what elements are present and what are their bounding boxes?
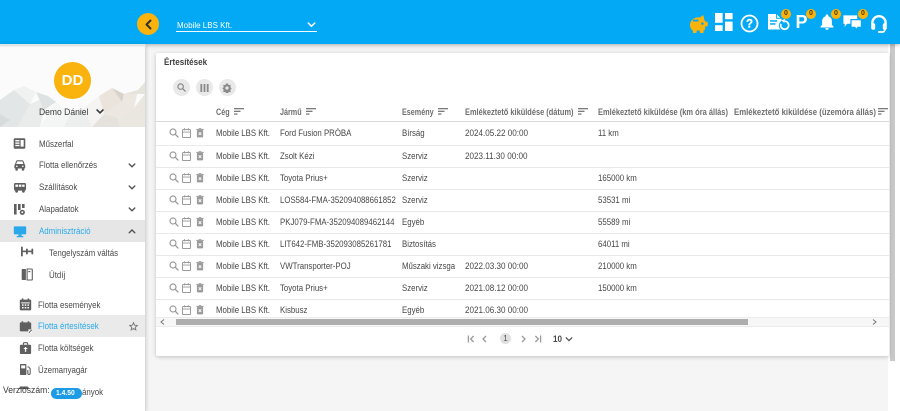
- svg-text:?: ?: [746, 18, 753, 30]
